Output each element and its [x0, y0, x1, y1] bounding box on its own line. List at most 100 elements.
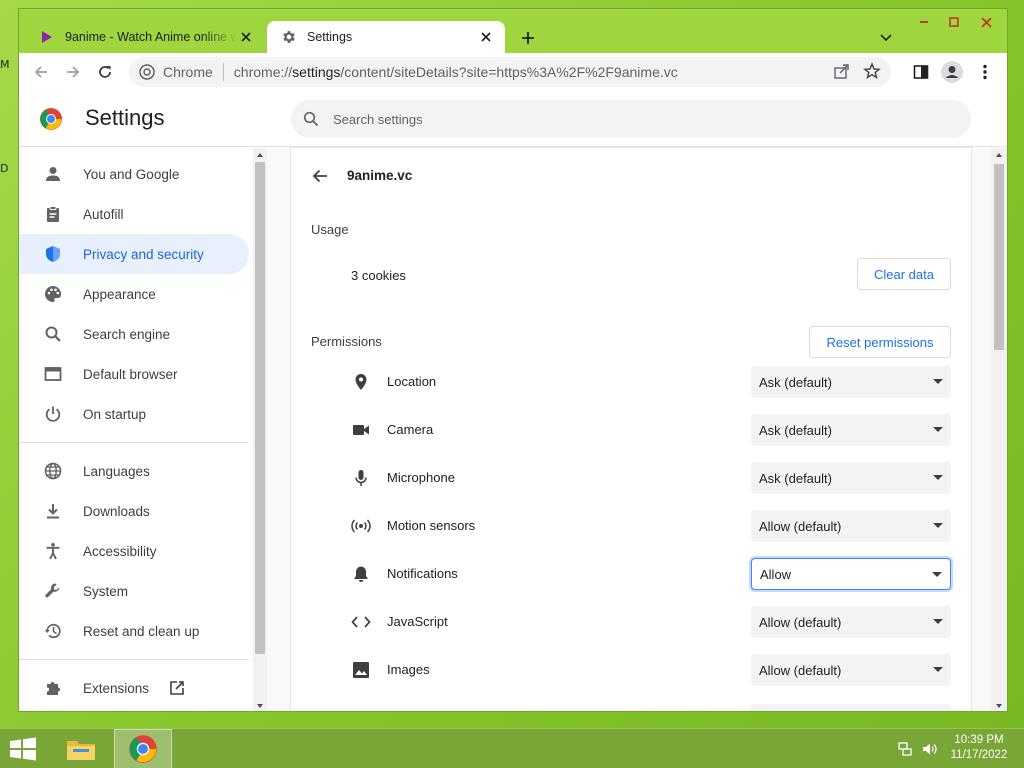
taskbar-file-explorer[interactable]	[52, 729, 110, 768]
search-input[interactable]	[333, 111, 933, 127]
select-value: Ask (default)	[759, 422, 832, 438]
arrow-back-icon	[312, 169, 327, 183]
reload-button[interactable]	[93, 60, 117, 84]
permission-label: Images	[387, 662, 430, 677]
images-select[interactable]: Allow (default)	[751, 654, 951, 686]
sidebar-divider	[19, 442, 249, 443]
dropdown-arrow-icon	[932, 572, 942, 577]
reset-permissions-button[interactable]: Reset permissions	[809, 326, 951, 358]
dropdown-arrow-icon	[933, 427, 943, 432]
clear-data-button[interactable]: Clear data	[857, 258, 951, 290]
motion-sensor-icon	[351, 516, 371, 536]
sidebar-item-privacy-and-security[interactable]: Privacy and security	[19, 234, 249, 274]
sidebar-item-downloads[interactable]: Downloads	[19, 491, 249, 531]
address-bar[interactable]: Chrome chrome://settings/content/siteDet…	[129, 57, 891, 87]
sidebar-item-label: Reset and clean up	[83, 623, 200, 639]
windows-logo-icon	[10, 737, 36, 761]
permission-label: JavaScript	[387, 614, 448, 629]
next-permission-select[interactable]	[751, 704, 951, 711]
menu-button[interactable]	[973, 60, 997, 84]
sidebar-item-label: You and Google	[83, 166, 180, 182]
back-button[interactable]	[29, 60, 53, 84]
url-scheme: chrome://	[233, 64, 293, 80]
tab-settings[interactable]: Settings	[267, 21, 505, 53]
sidebar-item-languages[interactable]: Languages	[19, 451, 249, 491]
arrow-back-icon	[34, 66, 47, 78]
folder-icon	[67, 741, 95, 760]
dropdown-arrow-icon	[933, 523, 943, 528]
camera-select[interactable]: Ask (default)	[751, 414, 951, 446]
notifications-select[interactable]: Allow	[751, 558, 951, 590]
shield-icon	[43, 244, 63, 264]
select-value: Allow (default)	[759, 518, 842, 534]
star-icon[interactable]	[863, 62, 881, 80]
settings-search[interactable]	[291, 100, 971, 138]
profile-button[interactable]	[940, 60, 964, 84]
forward-button[interactable]	[61, 60, 85, 84]
sidebar-item-system[interactable]: System	[19, 571, 249, 611]
permission-row-motion-sensors: Motion sensors Allow (default)	[291, 502, 971, 550]
puzzle-icon	[43, 678, 63, 698]
play-icon	[39, 29, 55, 45]
javascript-select[interactable]: Allow (default)	[751, 606, 951, 638]
reload-icon	[99, 66, 111, 78]
select-value: Ask (default)	[759, 470, 832, 486]
taskbar-chrome[interactable]	[114, 729, 172, 768]
main-scrollbar[interactable]	[991, 148, 1007, 711]
new-tab-button[interactable]	[515, 25, 541, 51]
sidebar-scrollbar[interactable]	[253, 148, 267, 711]
permission-label: Microphone	[387, 470, 455, 485]
minimize-button[interactable]	[907, 9, 941, 35]
site-chip[interactable]: Chrome	[139, 64, 213, 80]
select-value: Allow	[760, 566, 792, 582]
start-button[interactable]	[8, 737, 38, 761]
settings-header: Settings	[19, 91, 1007, 147]
sidebar-item-you-and-google[interactable]: You and Google	[19, 154, 249, 194]
maximize-icon	[949, 17, 959, 27]
plus-icon	[522, 32, 534, 44]
omnibox-separator	[222, 63, 224, 81]
browser-toolbar: Chrome chrome://settings/content/siteDet…	[19, 53, 1007, 91]
url-host: settings	[292, 64, 341, 80]
tab-title: 9anime - Watch Anime online with	[65, 30, 237, 44]
sidebar-item-search-engine[interactable]: Search engine	[19, 314, 249, 354]
close-icon[interactable]	[237, 28, 255, 46]
settings-body: You and Google Autofill Privacy and secu…	[19, 148, 1007, 711]
permission-row-camera: Camera Ask (default)	[291, 406, 971, 454]
main-scroll-thumb[interactable]	[994, 164, 1004, 350]
sidebar-item-label: Downloads	[83, 503, 150, 519]
sidebar-item-default-browser[interactable]: Default browser	[19, 354, 249, 394]
clock-date: 11/17/2022	[950, 749, 1008, 761]
taskbar-clock[interactable]: 10:39 PM 11/17/2022	[942, 733, 1016, 763]
restore-icon	[43, 621, 63, 641]
side-panel-button[interactable]	[909, 60, 933, 84]
accessibility-icon	[43, 541, 63, 561]
sidebar-item-autofill[interactable]: Autofill	[19, 194, 249, 234]
settings-sidebar: You and Google Autofill Privacy and secu…	[19, 148, 255, 711]
sidebar-item-accessibility[interactable]: Accessibility	[19, 531, 249, 571]
back-arrow-button[interactable]	[311, 167, 331, 187]
maximize-button[interactable]	[937, 9, 971, 35]
permission-label: Motion sensors	[387, 518, 476, 533]
desktop-edge-glyph: M	[0, 58, 10, 71]
permission-row-microphone: Microphone Ask (default)	[291, 454, 971, 502]
window-close-button[interactable]	[969, 9, 1003, 35]
share-icon[interactable]	[833, 62, 851, 80]
tab-search-button[interactable]	[875, 27, 897, 49]
microphone-select[interactable]: Ask (default)	[751, 462, 951, 494]
permission-label: Camera	[387, 422, 434, 437]
sidebar-scroll-thumb[interactable]	[255, 162, 265, 654]
volume-icon[interactable]	[920, 740, 938, 758]
location-select[interactable]: Ask (default)	[751, 366, 951, 398]
network-icon[interactable]	[896, 740, 914, 758]
omnibox-actions	[833, 62, 881, 80]
sidebar-item-extensions[interactable]: Extensions	[19, 668, 249, 708]
sidebar-item-reset-and-clean-up[interactable]: Reset and clean up	[19, 611, 249, 651]
url-text[interactable]: chrome://settings/content/siteDetails?si…	[234, 64, 678, 80]
close-icon[interactable]	[477, 28, 495, 46]
arrow-forward-icon	[67, 66, 80, 78]
sidebar-item-on-startup[interactable]: On startup	[19, 394, 249, 434]
motion-sensors-select[interactable]: Allow (default)	[751, 510, 951, 542]
sidebar-item-appearance[interactable]: Appearance	[19, 274, 249, 314]
tab-9anime[interactable]: 9anime - Watch Anime online with	[25, 21, 265, 53]
